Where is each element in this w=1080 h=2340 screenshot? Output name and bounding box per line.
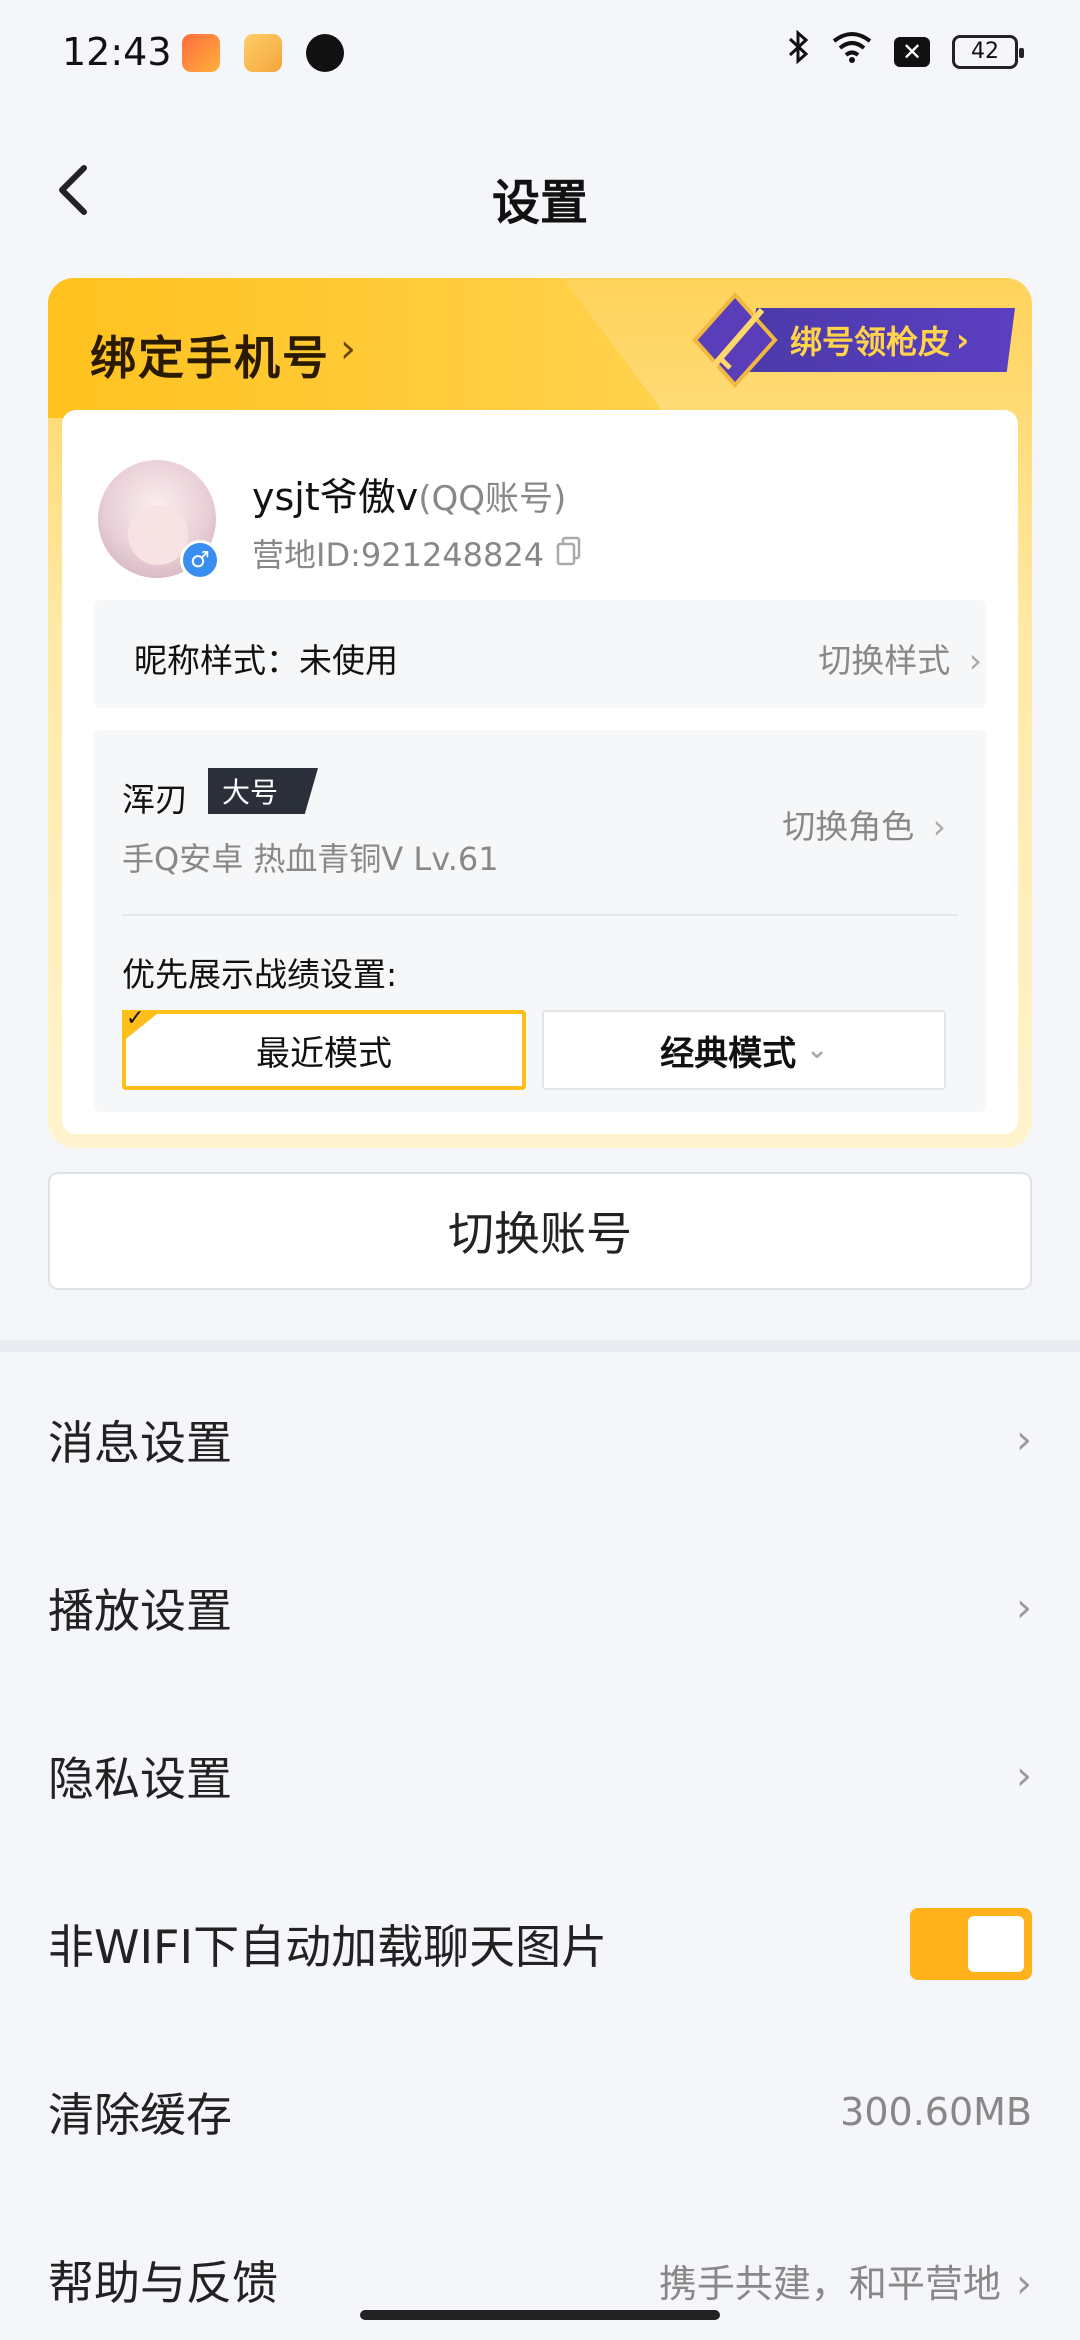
bear-app-icon — [306, 34, 344, 72]
main-account-badge: 大号 — [208, 768, 319, 814]
menu-item-auto-load-images: 非WIFI下自动加载聊天图片 — [48, 1889, 1032, 1999]
switch-account-button[interactable]: 切换账号 — [48, 1172, 1032, 1290]
chevron-right-icon: › — [340, 326, 356, 372]
account-type-tag: (QQ账号) — [418, 479, 567, 519]
menu-item-label: 帮助与反馈 — [48, 2256, 278, 2310]
male-gender-icon: ♂ — [180, 540, 220, 580]
menu-item-label: 消息设置 — [48, 1416, 232, 1470]
bluetooth-icon — [786, 29, 810, 73]
section-divider — [0, 1340, 1080, 1352]
chevron-right-icon: › — [1016, 1417, 1032, 1463]
switch-role-label: 切换角色 — [782, 807, 915, 846]
page-title: 设置 — [491, 175, 588, 231]
classic-mode-label: 经典模式 — [660, 1033, 797, 1074]
chevron-right-icon: › — [932, 807, 946, 846]
help-feedback-right: 携手共建，和平营地 › — [659, 2253, 1032, 2308]
nickname-style-label: 昵称样式：未使用 — [134, 641, 398, 680]
menu-item-label: 清除缓存 — [48, 2088, 232, 2142]
copy-icon[interactable] — [556, 536, 582, 566]
camp-id: 营地ID:921248824 — [252, 536, 545, 574]
switch-style-label: 切换样式 — [818, 641, 951, 680]
bind-phone-title[interactable]: 绑定手机号 — [90, 322, 330, 388]
status-app-icons — [182, 34, 344, 72]
auto-load-toggle[interactable] — [910, 1908, 1032, 1980]
game-app-icon — [244, 34, 282, 72]
menu-item-label: 非WIFI下自动加载聊天图片 — [48, 1920, 608, 1974]
user-name-line: ysjt爷傲v(QQ账号) — [252, 466, 566, 521]
role-name: 浑刃 — [122, 780, 188, 819]
role-info: 手Q安卓 热血青铜V Lv.61 — [122, 840, 499, 878]
home-indicator — [360, 2310, 720, 2320]
toggle-knob — [968, 1916, 1024, 1972]
switch-role-link[interactable]: 切换角色 › — [782, 800, 946, 848]
chevron-right-icon: › — [1016, 1753, 1032, 1799]
battery-icon: 42 — [952, 34, 1024, 69]
switch-style-link[interactable]: 切换样式 › — [818, 634, 982, 682]
chevron-right-icon: › — [1016, 2260, 1032, 2307]
classic-mode-dropdown[interactable]: 经典模式 ⌄ — [542, 1010, 946, 1090]
chevron-down-icon: ⌄ — [806, 1035, 828, 1065]
recent-mode-label: 最近模式 — [256, 1033, 392, 1074]
wifi-icon — [832, 31, 872, 72]
chevron-right-icon: › — [968, 641, 982, 680]
app-notification-icon — [182, 34, 220, 72]
cache-size-value: 300.60MB — [840, 2090, 1032, 2134]
menu-item-label: 播放设置 — [48, 1584, 232, 1638]
recent-mode-option[interactable]: 最近模式 — [122, 1010, 526, 1090]
check-icon: ✓ — [126, 1006, 145, 1031]
menu-item-label: 隐私设置 — [48, 1752, 232, 1806]
user-name: ysjt爷傲v — [252, 475, 419, 519]
menu-item-privacy-settings[interactable]: 隐私设置 › — [48, 1721, 1032, 1831]
menu-item-message-settings[interactable]: 消息设置 › — [48, 1385, 1032, 1495]
record-pref-label: 优先展示战绩设置: — [122, 955, 398, 994]
menu-item-playback-settings[interactable]: 播放设置 › — [48, 1553, 1032, 1663]
chevron-right-icon: › — [956, 321, 970, 359]
status-time: 12:43 — [62, 30, 172, 74]
help-feedback-value: 携手共建，和平营地 — [658, 2261, 1001, 2306]
close-box-icon: ✕ — [894, 36, 930, 67]
chevron-right-icon: › — [1016, 1585, 1032, 1631]
promo-banner[interactable]: 绑号领枪皮 › — [740, 308, 1015, 372]
divider — [122, 914, 958, 916]
status-right-group: ✕ 42 — [786, 29, 1024, 73]
gun-skin-icon — [690, 290, 780, 390]
menu-item-clear-cache[interactable]: 清除缓存 300.60MB — [48, 2057, 1032, 2167]
promo-label: 绑号领枪皮 — [790, 323, 951, 361]
